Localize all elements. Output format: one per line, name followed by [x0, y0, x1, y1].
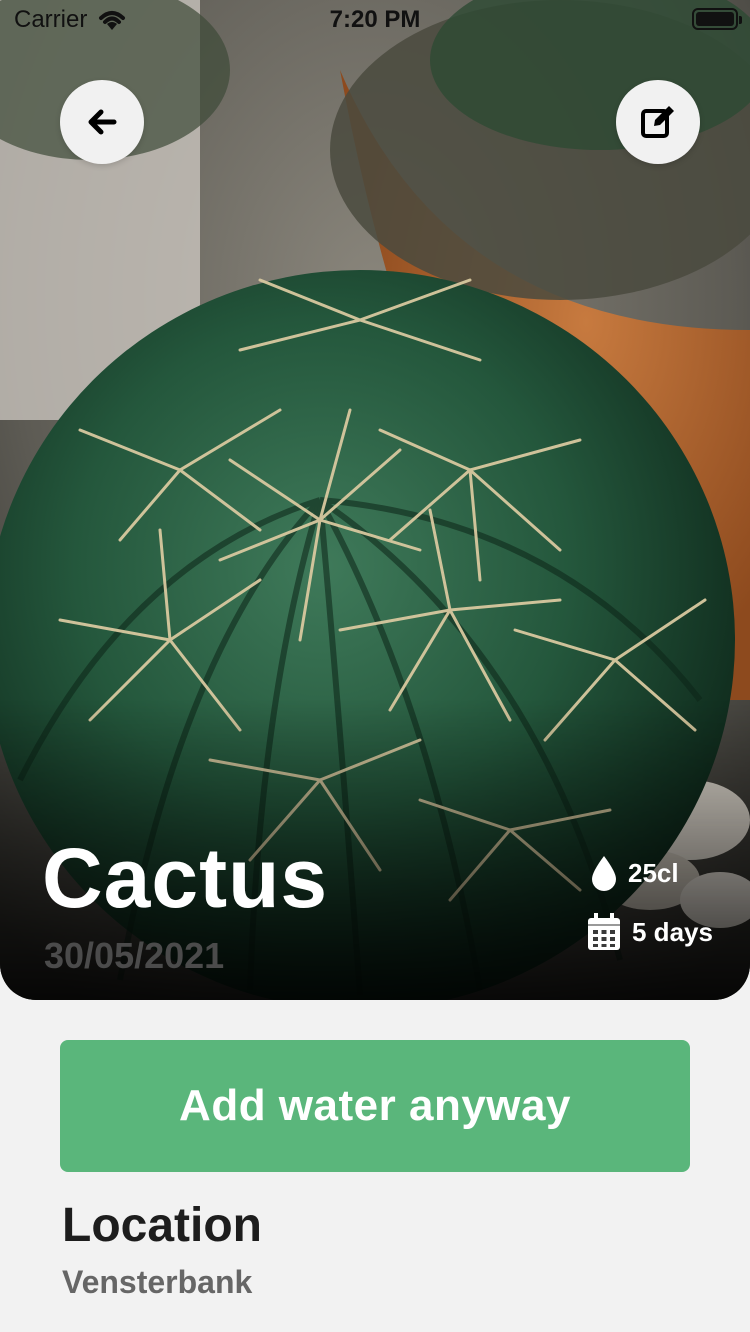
status-time: 7:20 PM [329, 6, 421, 33]
calendar-icon [588, 913, 620, 950]
battery-icon [692, 8, 742, 30]
plant-date: 30/05/2021 [44, 935, 225, 976]
status-bar: Carrier 7:20 PM [0, 0, 750, 40]
water-amount-value: 25cl [628, 857, 679, 888]
edit-icon [641, 106, 674, 138]
water-interval-stat: 5 days [586, 912, 713, 952]
add-water-button[interactable]: Add water anyway [60, 1040, 690, 1172]
water-interval-value: 5 days [632, 916, 713, 947]
location-value: Vensterbank [62, 1264, 253, 1300]
water-amount-stat: 25cl [590, 854, 679, 892]
edit-button[interactable] [616, 80, 700, 164]
location-title: Location [62, 1199, 262, 1252]
back-button[interactable] [60, 80, 144, 164]
water-drop-icon [592, 856, 616, 891]
arrow-left-icon [88, 109, 117, 135]
plant-name: Cactus [42, 831, 329, 925]
